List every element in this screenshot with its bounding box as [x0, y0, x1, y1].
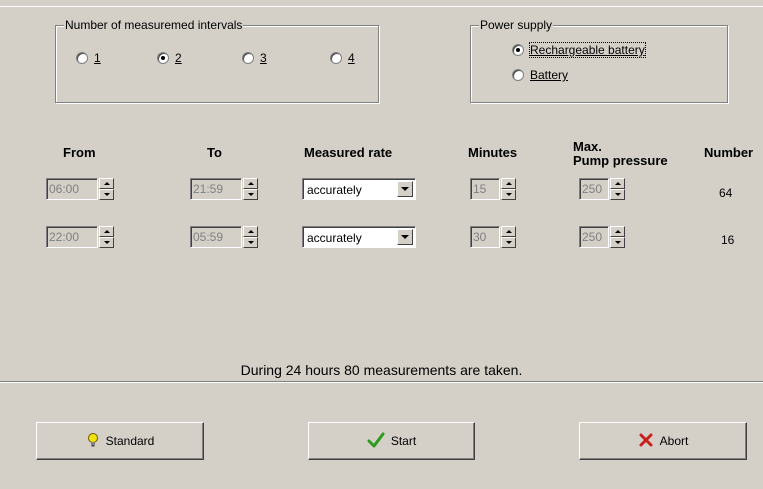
power-label-rechargeable: Rechargeable battery — [529, 42, 646, 58]
measurement-summary: During 24 hours 80 measurements are take… — [240, 362, 523, 378]
row2-from-spinner[interactable]: 22:00 — [46, 226, 114, 248]
dropdown-arrow-icon[interactable] — [397, 229, 413, 245]
dropdown-arrow-icon[interactable] — [397, 181, 413, 197]
x-icon — [638, 432, 654, 451]
spin-up-icon[interactable] — [99, 178, 114, 189]
interval-label-4: 4 — [348, 51, 355, 65]
abort-button[interactable]: Abort — [579, 422, 747, 460]
row2-pressure-spinner[interactable]: 250 — [579, 226, 625, 248]
row2-number: 16 — [721, 233, 735, 247]
header-max-pump-pressure: Max. Pump pressure — [573, 139, 668, 168]
header-from: From — [63, 145, 96, 160]
spin-up-icon[interactable] — [610, 178, 625, 189]
row2-minutes-field[interactable]: 30 — [470, 226, 500, 248]
row2-pressure-field[interactable]: 250 — [579, 226, 609, 248]
spin-up-icon[interactable] — [243, 178, 258, 189]
power-radio-battery[interactable] — [512, 69, 524, 81]
spin-up-icon[interactable] — [610, 226, 625, 237]
interval-option-1[interactable]: 1 — [76, 51, 101, 65]
spin-down-icon[interactable] — [501, 189, 516, 200]
power-radio-rechargeable[interactable] — [512, 44, 524, 56]
row1-number: 64 — [719, 186, 733, 200]
spin-down-icon[interactable] — [243, 237, 258, 248]
spin-down-icon[interactable] — [243, 189, 258, 200]
header-to: To — [207, 145, 222, 160]
interval-radio-4[interactable] — [330, 52, 342, 64]
standard-button[interactable]: Standard — [36, 422, 204, 460]
spin-down-icon[interactable] — [610, 189, 625, 200]
start-button-label: Start — [390, 434, 417, 448]
row1-rate-value: accurately — [307, 183, 362, 197]
lightbulb-icon — [86, 432, 100, 451]
power-supply-group: Power supply — [470, 18, 728, 103]
interval-radio-2[interactable] — [157, 52, 169, 64]
row2-from-field[interactable]: 22:00 — [46, 226, 98, 248]
row1-minutes-field[interactable]: 15 — [470, 178, 500, 200]
spin-up-icon[interactable] — [99, 226, 114, 237]
abort-button-label: Abort — [659, 434, 689, 448]
row1-from-spinner[interactable]: 06:00 — [46, 178, 114, 200]
spin-up-icon[interactable] — [501, 178, 516, 189]
row2-minutes-spinner[interactable]: 30 — [470, 226, 516, 248]
interval-radio-3[interactable] — [242, 52, 254, 64]
row2-to-field[interactable]: 05:59 — [190, 226, 242, 248]
header-number: Number — [704, 145, 754, 160]
row1-to-field[interactable]: 21:59 — [190, 178, 242, 200]
power-supply-title: Power supply — [479, 18, 554, 32]
interval-label-1: 1 — [94, 51, 101, 65]
top-edge — [0, 0, 763, 7]
power-label-battery: Battery — [530, 68, 569, 82]
power-option-rechargeable[interactable]: Rechargeable battery — [512, 42, 646, 58]
row1-minutes-spinner[interactable]: 15 — [470, 178, 516, 200]
power-option-battery[interactable]: Battery — [512, 68, 568, 82]
interval-option-2[interactable]: 2 — [157, 51, 182, 65]
interval-option-3[interactable]: 3 — [242, 51, 267, 65]
spin-up-icon[interactable] — [243, 226, 258, 237]
interval-label-3: 3 — [260, 51, 267, 65]
interval-option-4[interactable]: 4 — [330, 51, 355, 65]
spin-down-icon[interactable] — [99, 237, 114, 248]
row2-rate-value: accurately — [307, 231, 362, 245]
spin-down-icon[interactable] — [99, 189, 114, 200]
interval-radio-1[interactable] — [76, 52, 88, 64]
header-minutes: Minutes — [468, 145, 518, 160]
standard-button-label: Standard — [105, 434, 155, 448]
spin-down-icon[interactable] — [610, 237, 625, 248]
row1-rate-select[interactable]: accurately — [302, 178, 416, 200]
row2-rate-select[interactable]: accurately — [302, 226, 416, 248]
separator-line — [0, 381, 763, 383]
start-button[interactable]: Start — [308, 422, 475, 460]
interval-label-2: 2 — [175, 51, 182, 65]
spin-up-icon[interactable] — [501, 226, 516, 237]
row1-pressure-spinner[interactable]: 250 — [579, 178, 625, 200]
intervals-group-title: Number of measuremed intervals — [64, 18, 244, 32]
row1-pressure-field[interactable]: 250 — [579, 178, 609, 200]
checkmark-icon — [367, 432, 385, 451]
row1-to-spinner[interactable]: 21:59 — [190, 178, 258, 200]
header-measured-rate: Measured rate — [304, 145, 393, 160]
row2-to-spinner[interactable]: 05:59 — [190, 226, 258, 248]
row1-from-field[interactable]: 06:00 — [46, 178, 98, 200]
spin-down-icon[interactable] — [501, 237, 516, 248]
